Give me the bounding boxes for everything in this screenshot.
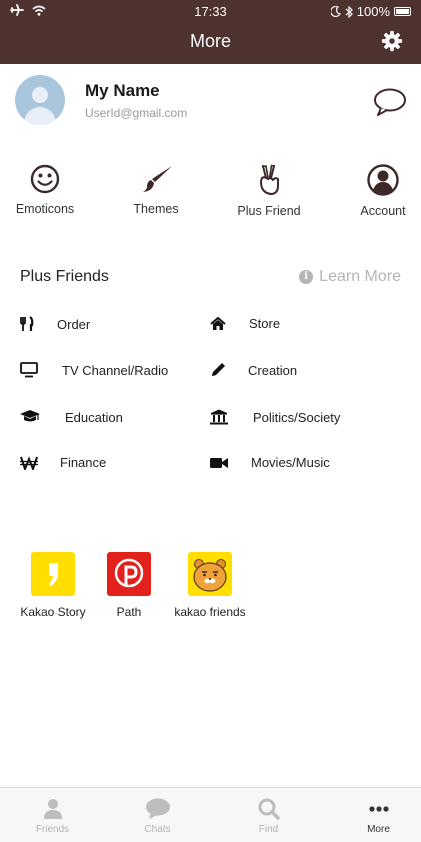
user-circle-icon xyxy=(367,164,399,196)
graduation-cap-icon xyxy=(20,410,40,422)
category-finance[interactable]: Finance xyxy=(20,455,106,470)
tab-label: Friends xyxy=(35,824,70,835)
category-label: Order xyxy=(57,316,91,332)
quick-action-label: Emoticons xyxy=(15,202,75,216)
bluetooth-icon xyxy=(345,5,353,18)
learn-more-label: Learn More xyxy=(319,268,401,285)
won-icon xyxy=(20,455,38,470)
plus-friends-title: Plus Friends xyxy=(20,268,109,285)
app-kakao-story[interactable]: Kakao Story xyxy=(19,552,87,619)
category-politics-society[interactable]: Politics/Society xyxy=(210,409,340,425)
settings-gear-icon[interactable] xyxy=(381,30,403,52)
tab-more[interactable]: More xyxy=(326,788,421,842)
tab-friends[interactable]: Friends xyxy=(0,788,105,842)
app-path[interactable]: Path xyxy=(95,552,163,619)
battery-icon xyxy=(394,7,411,16)
quick-action-label: Account xyxy=(360,204,406,218)
category-label: Movies/Music xyxy=(251,455,330,470)
cutlery-icon xyxy=(20,316,34,331)
quick-action-label: Themes xyxy=(133,202,179,216)
profile-email: UserId@gmail.com xyxy=(85,106,188,120)
app-kakao-friends[interactable]: kakao friends xyxy=(170,552,250,619)
battery-percent: 100% xyxy=(356,4,390,19)
status-bar: 17:33 100% xyxy=(0,0,421,22)
avatar[interactable] xyxy=(15,75,65,125)
quick-action-plus-friend[interactable]: Plus Friend xyxy=(224,164,314,218)
smiley-icon xyxy=(30,164,60,194)
tab-label: More xyxy=(367,824,390,835)
person-icon xyxy=(43,799,62,819)
category-store[interactable]: Store xyxy=(210,316,280,331)
category-education[interactable]: Education xyxy=(20,409,123,425)
app-label: Path xyxy=(116,605,142,619)
tab-label: Find xyxy=(258,824,279,835)
category-label: Finance xyxy=(60,455,107,470)
tab-bar: Friends Chats Find More xyxy=(0,787,421,842)
video-camera-icon xyxy=(210,457,228,468)
quick-action-emoticons[interactable]: Emoticons xyxy=(0,164,90,216)
profile-row[interactable]: My Name UserId@gmail.com xyxy=(0,64,421,144)
info-icon: i xyxy=(299,270,314,284)
quick-action-themes[interactable]: Themes xyxy=(111,164,201,216)
pencil-icon xyxy=(212,363,225,376)
tab-chats[interactable]: Chats xyxy=(105,788,210,842)
bank-icon xyxy=(210,409,228,425)
app-label: Kakao Story xyxy=(20,605,86,619)
ellipsis-icon xyxy=(368,806,389,812)
learn-more-link[interactable]: i Learn More xyxy=(299,268,401,286)
path-icon xyxy=(107,552,151,596)
page-title: More xyxy=(189,31,231,51)
paintbrush-icon xyxy=(143,166,172,192)
search-icon xyxy=(258,798,280,820)
chat-icon xyxy=(145,798,170,819)
category-label: Politics/Society xyxy=(253,409,341,425)
tab-label: Chats xyxy=(144,824,171,835)
home-icon xyxy=(210,316,226,330)
quick-actions: Emoticons Themes Plus Friend Account xyxy=(0,164,421,234)
quick-action-account[interactable]: Account xyxy=(338,164,421,218)
top-bar: 17:33 100% More xyxy=(0,0,421,64)
category-label: TV Channel/Radio xyxy=(62,362,169,378)
moon-icon xyxy=(330,6,341,17)
category-label: Creation xyxy=(248,362,298,378)
kakao-friends-ryan-icon xyxy=(188,552,232,596)
profile-name: My Name xyxy=(85,81,160,100)
chat-bubble-icon[interactable] xyxy=(373,87,407,117)
kakao-story-icon xyxy=(31,552,75,596)
category-creation[interactable]: Creation xyxy=(210,362,297,378)
monitor-icon xyxy=(20,362,38,378)
category-label: Store xyxy=(249,316,281,331)
quick-action-label: Plus Friend xyxy=(237,204,301,218)
app-label: kakao friends xyxy=(174,605,246,619)
category-tv-channel-radio[interactable]: TV Channel/Radio xyxy=(20,362,168,378)
category-order[interactable]: Order xyxy=(20,316,90,332)
category-label: Education xyxy=(65,409,123,425)
tab-find[interactable]: Find xyxy=(216,788,321,842)
peace-hand-icon xyxy=(260,164,279,195)
category-movies-music[interactable]: Movies/Music xyxy=(210,455,330,470)
